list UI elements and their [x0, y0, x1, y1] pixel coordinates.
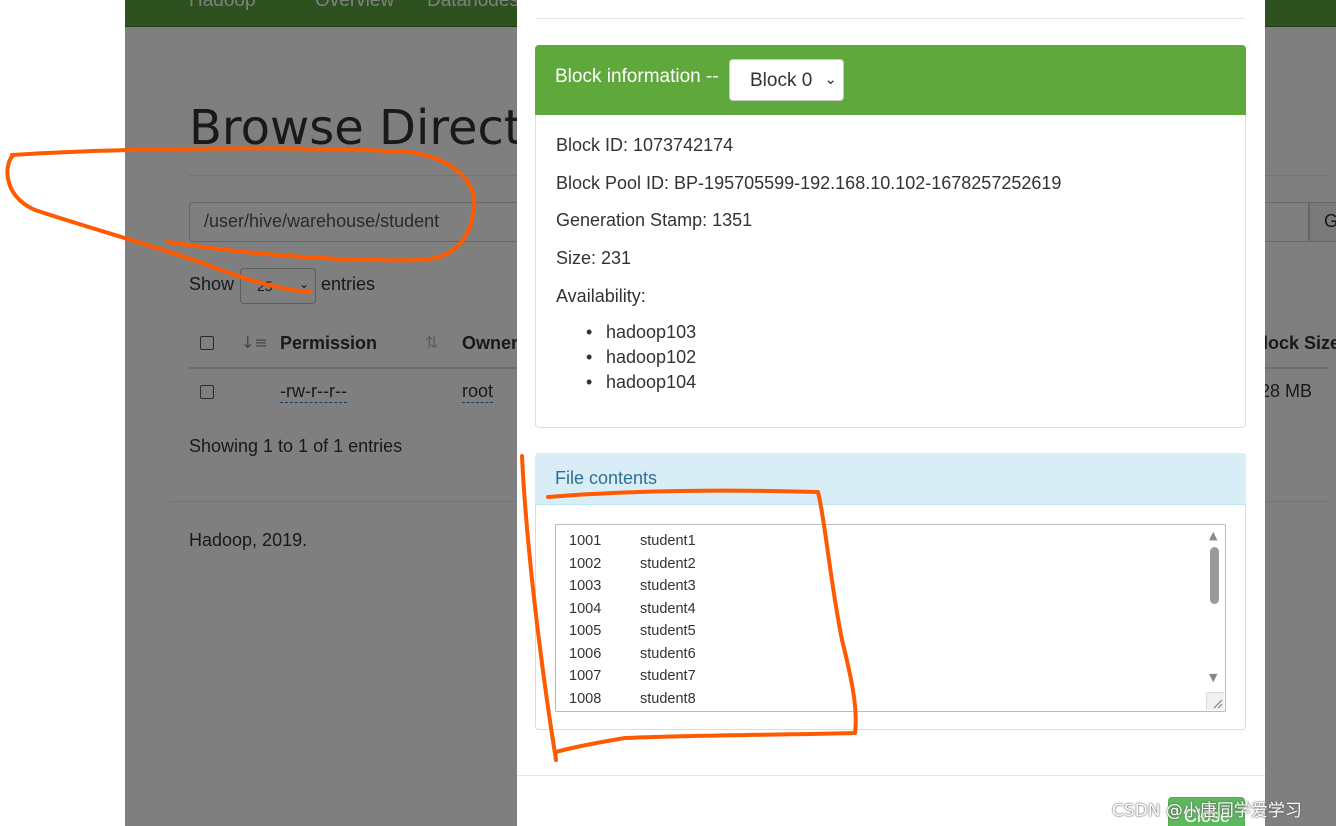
- availability-label: Availability:: [556, 286, 646, 306]
- resize-grip-icon[interactable]: [1206, 692, 1224, 710]
- file-line-name: student1: [640, 533, 696, 549]
- resize-grip-lines: [1213, 699, 1223, 709]
- block-panel-heading: Block information -- Block 0 ⌄: [535, 45, 1246, 115]
- block-information-panel: Block information -- Block 0 ⌄ Block ID:…: [535, 45, 1246, 428]
- file-line-id: 1006: [569, 646, 602, 662]
- file-contents-heading: File contents: [535, 453, 1246, 505]
- file-line-id: 1003: [569, 578, 602, 594]
- file-contents-textarea[interactable]: 1001 student1 1002 student2 1003 student3 1…: [555, 524, 1226, 712]
- file-info-modal: Block information -- Block 0 ⌄ Block ID:…: [517, 0, 1265, 826]
- modal-footer-divider: [517, 775, 1265, 776]
- file-line-name: student2: [640, 556, 696, 572]
- scroll-down-icon[interactable]: ▼: [1209, 671, 1217, 684]
- textarea-scrollbar[interactable]: ▲ ▼: [1205, 525, 1225, 711]
- modal-header-divider: [535, 18, 1245, 19]
- availability-item: hadoop102: [586, 347, 696, 368]
- generation-stamp: Generation Stamp: 1351: [556, 210, 753, 230]
- file-line-name: student6: [640, 646, 696, 662]
- block-select[interactable]: Block 0 ⌄: [729, 59, 844, 101]
- file-line-name: student4: [640, 601, 696, 617]
- block-heading-label: Block information --: [555, 66, 719, 87]
- file-line-id: 1008: [569, 691, 602, 707]
- file-line-name: student8: [640, 691, 696, 707]
- scrollbar-thumb[interactable]: [1210, 547, 1219, 604]
- scroll-up-icon[interactable]: ▲: [1209, 529, 1217, 542]
- block-id: Block ID: 1073742174: [556, 135, 734, 155]
- block-size: Size: 231: [556, 248, 632, 268]
- availability-item: hadoop104: [586, 372, 696, 393]
- file-line-id: 1002: [569, 556, 602, 572]
- file-contents-panel: File contents 1001 student1 1002 student2 …: [535, 453, 1246, 730]
- file-contents-heading-label: File contents: [555, 468, 658, 488]
- block-select-value: Block 0: [750, 70, 813, 91]
- file-line-name: student7: [640, 668, 696, 684]
- block-pool-id: Block Pool ID: BP-195705599-192.168.10.1…: [556, 173, 1062, 193]
- file-line-id: 1001: [569, 533, 602, 549]
- file-line-name: student3: [640, 578, 696, 594]
- file-line-id: 1005: [569, 623, 602, 639]
- chevron-down-icon: ⌄: [824, 71, 837, 88]
- file-line-id: 1007: [569, 668, 602, 684]
- availability-item: hadoop103: [586, 322, 696, 343]
- watermark: CSDN @小唐同学爱学习: [1112, 801, 1302, 821]
- file-line-id: 1004: [569, 601, 602, 617]
- file-line-name: student5: [640, 623, 696, 639]
- screen: Hadoop Overview Datanodes Browse Directo…: [0, 0, 1336, 826]
